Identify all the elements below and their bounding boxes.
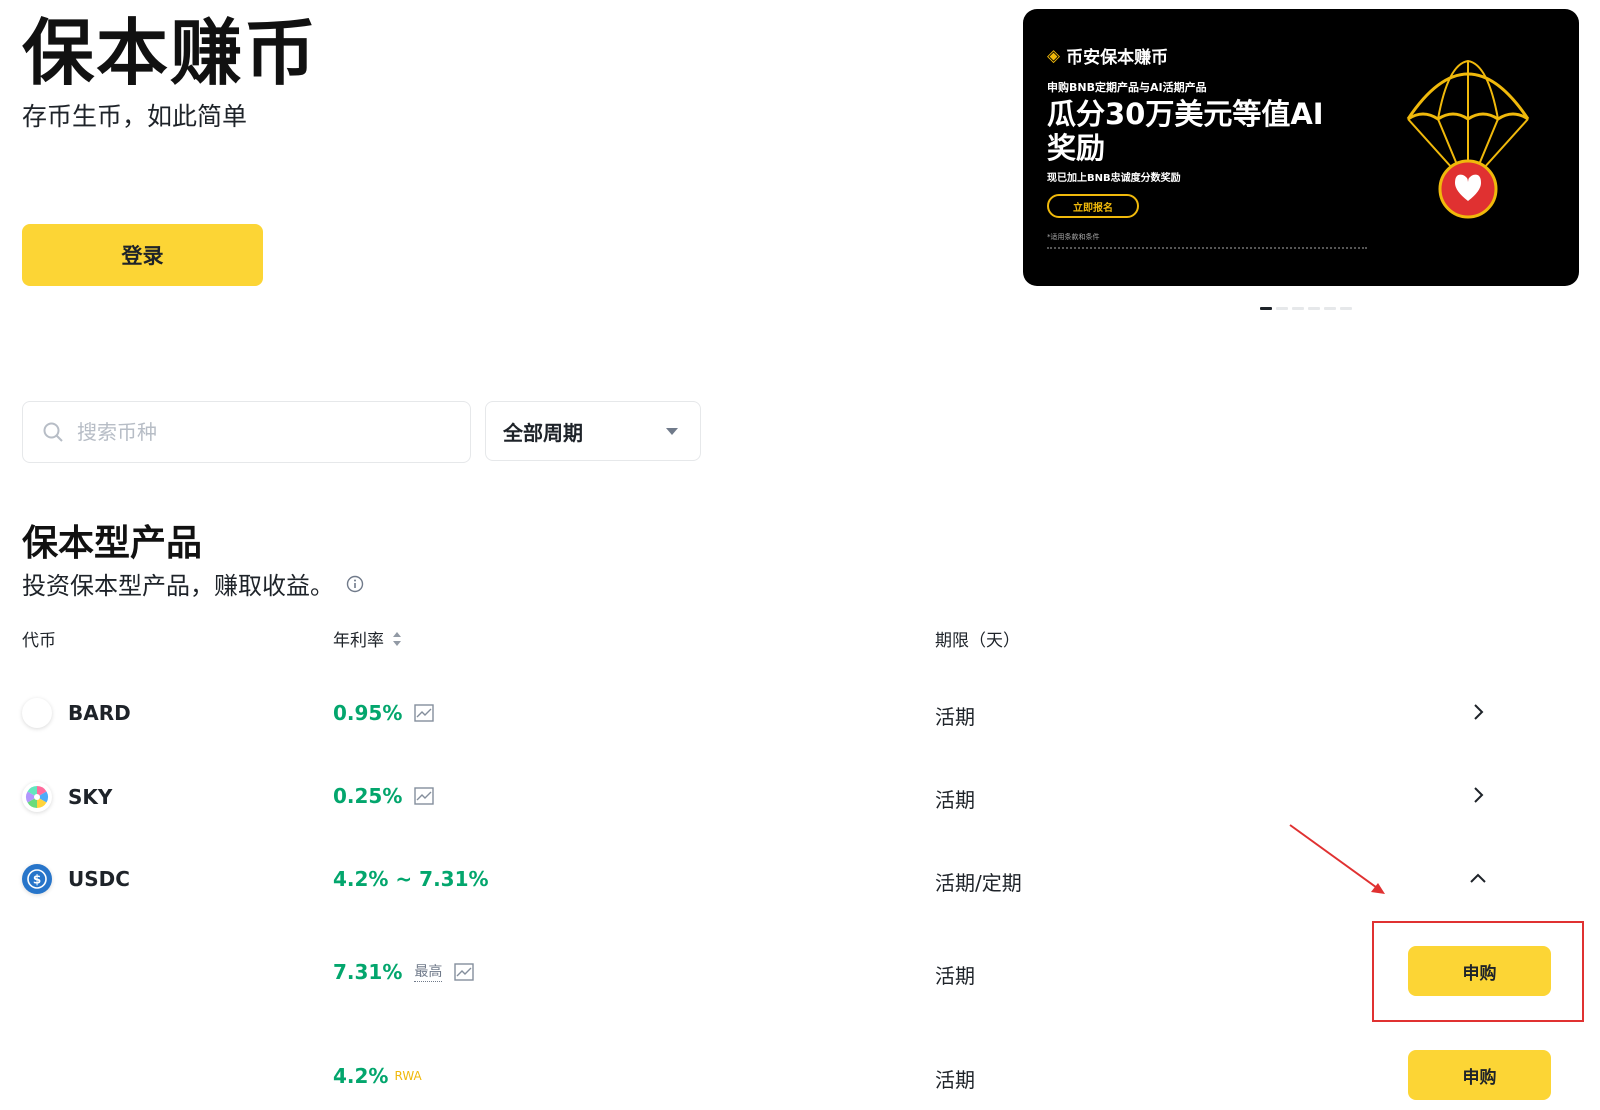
banner-line1: 申购BNB定期产品与AI活期产品: [1047, 81, 1207, 94]
coin-name: BARD: [68, 701, 131, 725]
banner-brand-label: 币安保本赚币: [1066, 48, 1169, 68]
info-icon[interactable]: [346, 575, 364, 593]
carousel-dot[interactable]: [1340, 307, 1352, 310]
chart-icon[interactable]: [414, 787, 435, 805]
banner-fine-print: [1047, 247, 1367, 251]
term-cell: 活期: [935, 964, 975, 988]
term-cell: 活期: [935, 788, 975, 812]
banner-headline: 瓜分30万美元等值AI奖励: [1047, 97, 1324, 165]
chart-icon[interactable]: [454, 963, 475, 981]
table-row-coin[interactable]: $ USDC: [22, 864, 130, 894]
highlight-box: [1372, 921, 1584, 1022]
binance-logo-icon: ◈: [1047, 45, 1061, 66]
section-title: 保本型产品: [22, 523, 203, 564]
carousel-dots: [1260, 307, 1352, 310]
max-tag[interactable]: 最高: [414, 963, 443, 982]
promo-banner[interactable]: ◈ 币安保本赚币 申购BNB定期产品与AI活期产品 瓜分30万美元等值AI奖励 …: [1023, 9, 1579, 286]
term-cell: 活期: [935, 1068, 975, 1092]
column-header-term: 期限（天）: [935, 631, 1020, 651]
banner-brand: ◈ 币安保本赚币: [1047, 43, 1169, 69]
carousel-dot[interactable]: [1292, 307, 1304, 310]
apr-value: 4.2% ~ 7.31%: [333, 867, 489, 891]
search-icon: [43, 422, 63, 442]
apr-cell: 4.2% RWA: [333, 1064, 422, 1088]
sort-icon[interactable]: [392, 630, 402, 648]
usdc-coin-icon: $: [22, 864, 52, 894]
section-subtitle: 投资保本型产品，赚取收益。: [22, 566, 364, 601]
apr-value: 4.2%: [333, 1064, 389, 1088]
banner-cta-button[interactable]: 立即报名: [1047, 194, 1139, 218]
page-title: 保本赚币: [22, 11, 319, 95]
column-header-apr[interactable]: 年利率: [333, 626, 402, 651]
banner-line2: 现已加上BNB忠诚度分数奖励: [1047, 173, 1181, 184]
chevron-right-icon[interactable]: [1470, 787, 1486, 803]
bard-coin-icon: [22, 698, 52, 728]
coin-name: USDC: [68, 867, 130, 891]
period-select[interactable]: 全部周期: [485, 401, 701, 461]
term-cell: 活期/定期: [935, 871, 1022, 895]
sky-coin-icon: [22, 782, 52, 812]
apr-cell: 0.25%: [333, 784, 435, 808]
carousel-dot[interactable]: [1276, 307, 1288, 310]
login-button[interactable]: 登录: [22, 224, 263, 286]
period-select-value: 全部周期: [503, 420, 583, 445]
parachute-icon: [1406, 59, 1530, 219]
carousel-dot[interactable]: [1324, 307, 1336, 310]
apr-value: 7.31%: [333, 960, 403, 984]
svg-text:$: $: [33, 873, 41, 887]
table-row-coin[interactable]: SKY: [22, 782, 112, 812]
apr-cell: 0.95%: [333, 701, 435, 725]
carousel-dot[interactable]: [1308, 307, 1320, 310]
chevron-up-icon[interactable]: [1470, 870, 1486, 886]
term-cell: 活期: [935, 705, 975, 729]
apr-cell: 7.31% 最高: [333, 960, 475, 984]
section-subtitle-text: 投资保本型产品，赚取收益。: [22, 572, 334, 600]
caret-down-icon: [666, 427, 678, 435]
coin-name: SKY: [68, 785, 113, 809]
page-subtitle: 存币生币，如此简单: [22, 102, 248, 131]
column-header-apr-label: 年利率: [333, 631, 384, 651]
apr-value: 0.95%: [333, 701, 403, 725]
annotation-arrow-icon: [1289, 824, 1385, 894]
column-header-coin: 代币: [22, 631, 56, 651]
table-row-coin[interactable]: BARD: [22, 698, 131, 728]
banner-terms: *适用条款和条件: [1047, 233, 1100, 241]
search-input[interactable]: [75, 419, 439, 445]
rwa-tag: RWA: [394, 1069, 422, 1083]
apr-value: 0.25%: [333, 784, 403, 808]
chart-icon[interactable]: [414, 704, 435, 722]
subscribe-button[interactable]: 申购: [1408, 1050, 1551, 1100]
apr-cell: 4.2% ~ 7.31%: [333, 867, 489, 891]
chevron-right-icon[interactable]: [1470, 704, 1486, 720]
carousel-dot[interactable]: [1260, 307, 1272, 310]
search-box[interactable]: [22, 401, 471, 463]
